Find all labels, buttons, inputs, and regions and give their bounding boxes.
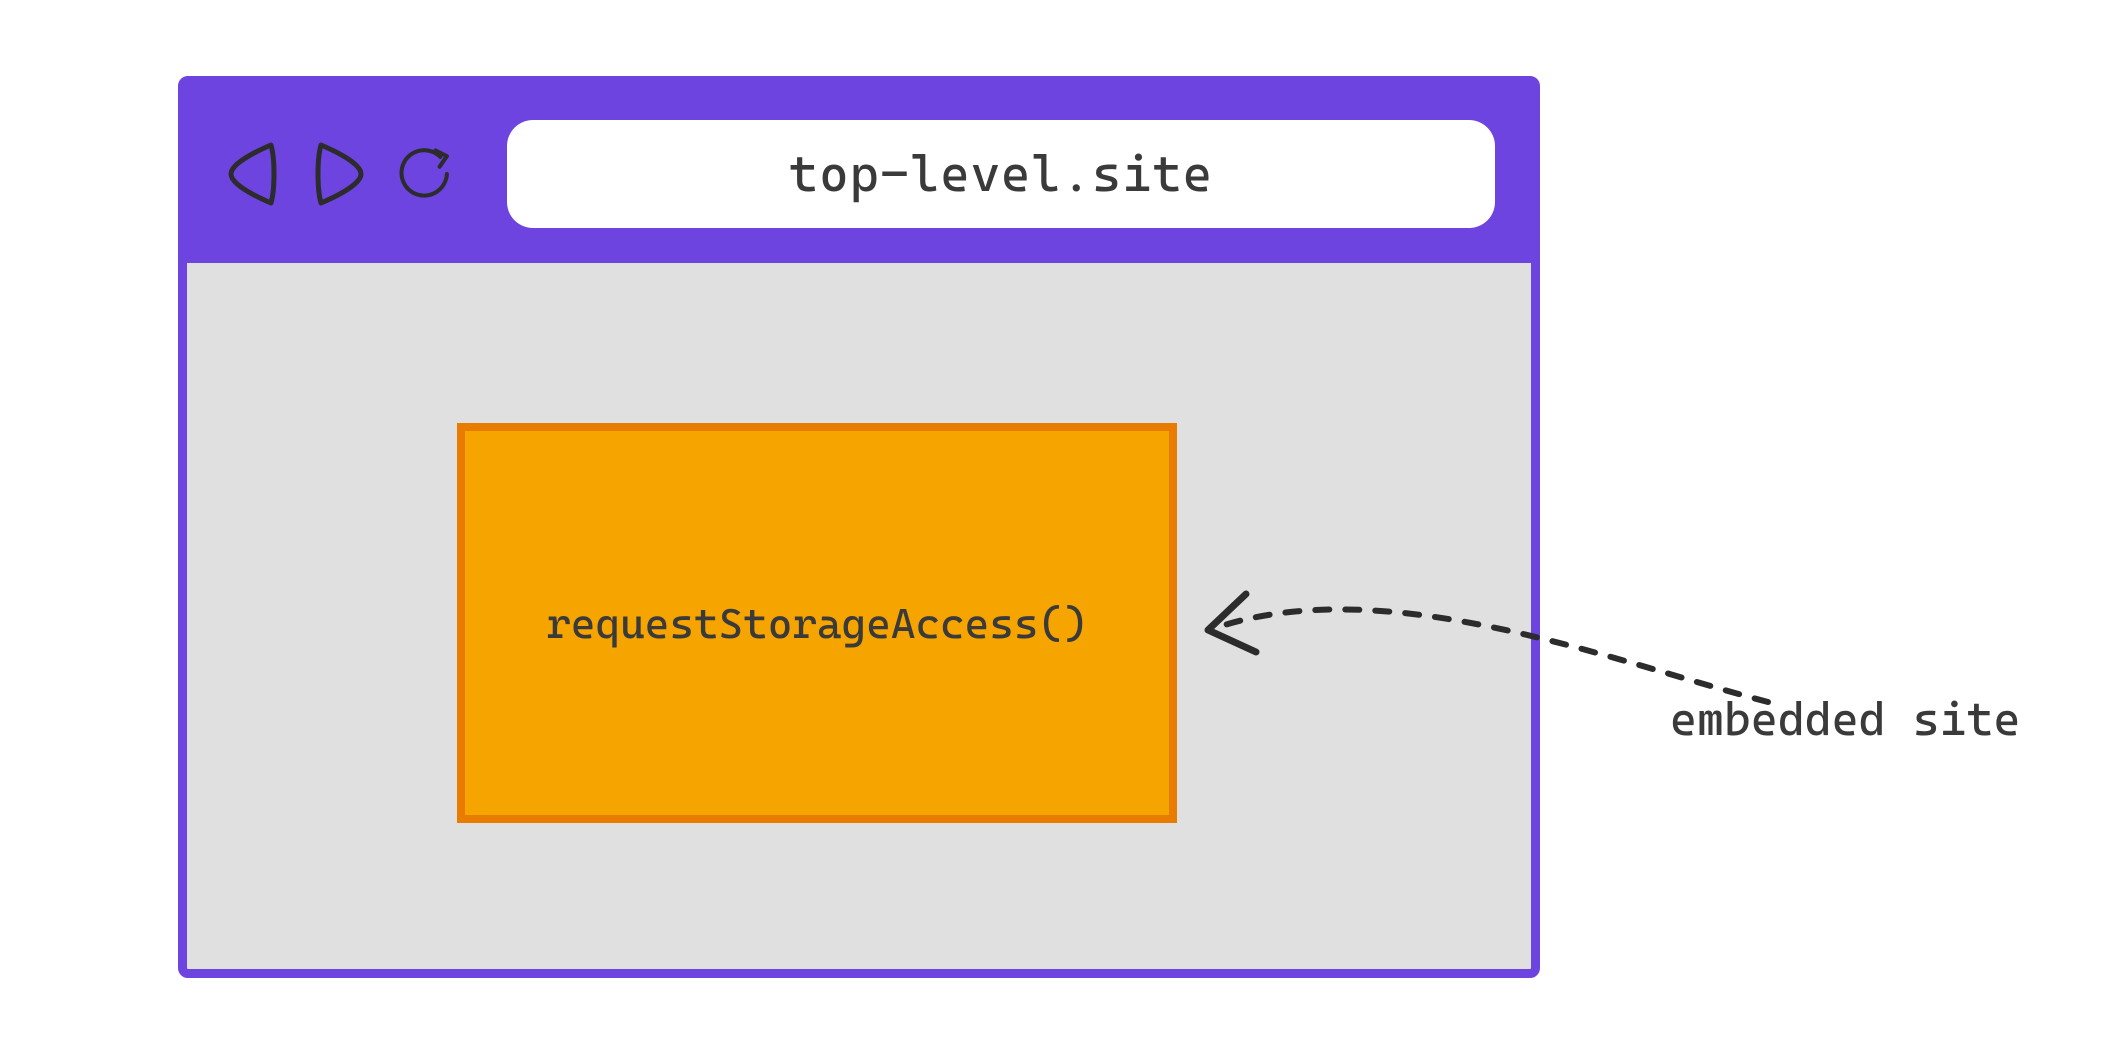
browser-viewport: requestStorageAccess() xyxy=(187,263,1531,969)
reload-icon xyxy=(395,137,455,211)
annotation-label: embedded site xyxy=(1670,692,2020,746)
diagram-canvas: top-level.site requestStorageAccess() em… xyxy=(0,0,2102,1056)
browser-toolbar: top-level.site xyxy=(187,85,1531,263)
embedded-code-text: requestStorageAccess() xyxy=(546,599,1087,648)
browser-window: top-level.site requestStorageAccess() xyxy=(178,76,1540,978)
address-bar: top-level.site xyxy=(507,120,1495,228)
nav-icon-group xyxy=(223,137,455,211)
back-icon xyxy=(223,137,283,211)
forward-icon xyxy=(309,137,369,211)
address-url: top-level.site xyxy=(789,145,1213,203)
embedded-site-frame: requestStorageAccess() xyxy=(457,423,1177,823)
